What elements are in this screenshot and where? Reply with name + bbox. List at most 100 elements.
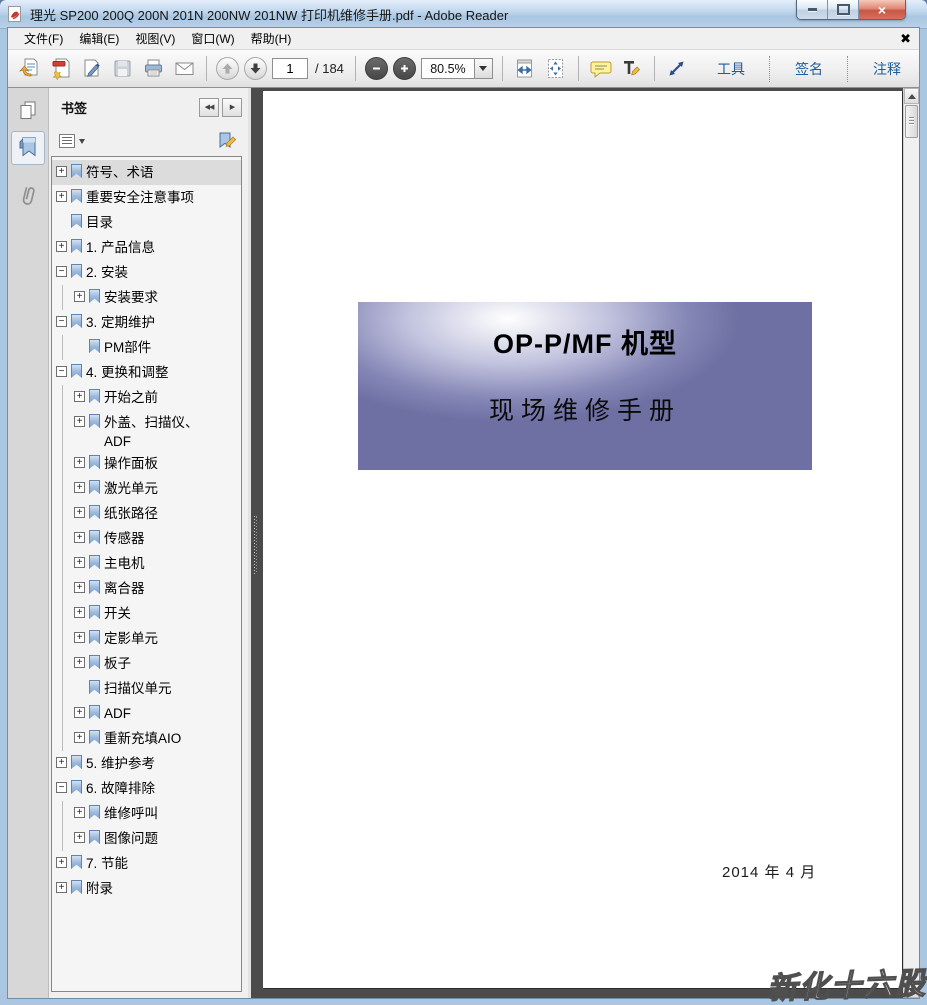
bookmark-item[interactable]: + 板子: [52, 651, 241, 676]
toggle-plus-icon[interactable]: +: [74, 707, 85, 718]
bookmark-item[interactable]: + 5. 维护参考: [52, 751, 241, 776]
bookmark-item[interactable]: + 传感器: [52, 526, 241, 551]
toggle-plus-icon[interactable]: +: [74, 457, 85, 468]
toggle-plus-icon[interactable]: +: [74, 582, 85, 593]
sign-document-button[interactable]: [78, 56, 104, 82]
bookmark-item[interactable]: + 附录: [52, 876, 241, 901]
pdf-page[interactable]: OP-P/MF 机型 现场维修手册 2014 年 4 月: [263, 91, 902, 988]
toggle-plus-icon[interactable]: +: [74, 391, 85, 402]
menu-edit[interactable]: 编辑(E): [71, 28, 127, 49]
bookmark-item[interactable]: 扫描仪单元: [52, 676, 241, 701]
open-file-button[interactable]: [16, 56, 42, 82]
create-pdf-button[interactable]: [47, 56, 73, 82]
zoom-in-button[interactable]: [392, 57, 416, 80]
bookmark-item[interactable]: − 2. 安装: [52, 260, 241, 285]
toggle-plus-icon[interactable]: +: [74, 657, 85, 668]
next-page-button[interactable]: [244, 57, 267, 80]
bookmark-item[interactable]: + 重要安全注意事项: [52, 185, 241, 210]
toggle-plus-icon[interactable]: +: [74, 557, 85, 568]
minimize-button[interactable]: [797, 0, 828, 19]
highlight-text-button[interactable]: [619, 56, 645, 82]
previous-page-button[interactable]: [216, 57, 239, 80]
bookmark-item[interactable]: + 操作面板: [52, 451, 241, 476]
zoom-level-value[interactable]: 80.5%: [420, 58, 475, 79]
bookmark-item[interactable]: + 主电机: [52, 551, 241, 576]
zoom-out-button[interactable]: [364, 57, 388, 80]
window-controls: ×: [796, 0, 906, 20]
menu-view[interactable]: 视图(V): [127, 28, 183, 49]
bookmark-item[interactable]: + 符号、术语: [52, 160, 241, 185]
scroll-up-button[interactable]: [904, 88, 919, 104]
expand-panel-button[interactable]: ▶: [222, 97, 242, 117]
scrollbar-thumb[interactable]: [905, 105, 918, 138]
toggle-plus-icon[interactable]: +: [74, 416, 85, 427]
toggle-plus-icon[interactable]: +: [74, 632, 85, 643]
bookmark-item[interactable]: + 激光单元: [52, 476, 241, 501]
attachments-button[interactable]: [12, 180, 44, 212]
bookmark-item[interactable]: − 3. 定期维护: [52, 310, 241, 335]
sign-pane-button[interactable]: 签名: [785, 55, 833, 83]
menu-window[interactable]: 窗口(W): [183, 28, 242, 49]
toggle-minus-icon[interactable]: −: [56, 782, 67, 793]
save-button[interactable]: [109, 56, 135, 82]
toggle-plus-icon[interactable]: +: [74, 732, 85, 743]
bookmark-item[interactable]: + 1. 产品信息: [52, 235, 241, 260]
tools-pane-button[interactable]: 工具: [707, 55, 755, 83]
comment-pane-button[interactable]: 注释: [863, 55, 911, 83]
menubar-close-icon[interactable]: ✖: [900, 32, 911, 45]
toggle-plus-icon[interactable]: +: [74, 482, 85, 493]
bookmark-item[interactable]: + 离合器: [52, 576, 241, 601]
bookmark-item[interactable]: + 重新充填AIO: [52, 726, 241, 751]
fit-page-button[interactable]: [543, 56, 569, 82]
splitter-grip-handle[interactable]: [254, 516, 258, 574]
bookmark-item[interactable]: + 开关: [52, 601, 241, 626]
toggle-plus-icon[interactable]: +: [56, 882, 67, 893]
scrollbar-track[interactable]: [904, 139, 919, 982]
bookmark-item[interactable]: − 4. 更换和调整: [52, 360, 241, 385]
bookmark-item[interactable]: + 7. 节能: [52, 851, 241, 876]
bookmark-item[interactable]: + 外盖、扫描仪、 ADF: [52, 410, 241, 451]
maximize-button[interactable]: [828, 0, 859, 19]
page-thumbnails-button[interactable]: [12, 94, 44, 126]
email-button[interactable]: [171, 56, 197, 82]
new-bookmark-button[interactable]: [216, 131, 238, 151]
bookmark-item[interactable]: 目录: [52, 210, 241, 235]
bookmark-item[interactable]: − 6. 故障排除: [52, 776, 241, 801]
zoom-dropdown-button[interactable]: [474, 58, 493, 79]
reading-mode-button[interactable]: [664, 56, 690, 82]
print-button[interactable]: [140, 56, 166, 82]
bookmark-item[interactable]: + 图像问题: [52, 826, 241, 851]
collapse-panel-button[interactable]: ◀◀: [199, 97, 219, 117]
bookmark-item[interactable]: + ADF: [52, 701, 241, 726]
toggle-plus-icon[interactable]: +: [74, 807, 85, 818]
vertical-scrollbar[interactable]: [903, 88, 919, 998]
close-button[interactable]: ×: [859, 0, 905, 19]
bookmark-item[interactable]: + 定影单元: [52, 626, 241, 651]
toggle-plus-icon[interactable]: +: [74, 291, 85, 302]
toggle-plus-icon[interactable]: +: [56, 857, 67, 868]
bookmark-item[interactable]: + 维修呼叫: [52, 801, 241, 826]
toggle-plus-icon[interactable]: +: [56, 757, 67, 768]
menu-file[interactable]: 文件(F): [16, 28, 71, 49]
comment-button[interactable]: [588, 56, 614, 82]
toggle-plus-icon[interactable]: +: [56, 191, 67, 202]
toggle-plus-icon[interactable]: +: [56, 241, 67, 252]
toggle-plus-icon[interactable]: +: [74, 532, 85, 543]
bookmark-item[interactable]: + 安装要求: [52, 285, 241, 310]
toggle-minus-icon[interactable]: −: [56, 366, 67, 377]
toggle-plus-icon[interactable]: +: [74, 607, 85, 618]
panel-splitter[interactable]: [248, 88, 262, 998]
toggle-plus-icon[interactable]: +: [74, 507, 85, 518]
page-number-input[interactable]: [272, 58, 308, 79]
bookmark-item[interactable]: + 开始之前: [52, 385, 241, 410]
bookmarks-tab-button[interactable]: [12, 132, 44, 164]
toggle-plus-icon[interactable]: +: [56, 166, 67, 177]
toggle-minus-icon[interactable]: −: [56, 316, 67, 327]
fit-width-button[interactable]: [512, 56, 538, 82]
bookmark-options-button[interactable]: [59, 134, 85, 148]
toggle-plus-icon[interactable]: +: [74, 832, 85, 843]
menu-help[interactable]: 帮助(H): [243, 28, 300, 49]
toggle-minus-icon[interactable]: −: [56, 266, 67, 277]
bookmark-item[interactable]: PM部件: [52, 335, 241, 360]
bookmark-item[interactable]: + 纸张路径: [52, 501, 241, 526]
